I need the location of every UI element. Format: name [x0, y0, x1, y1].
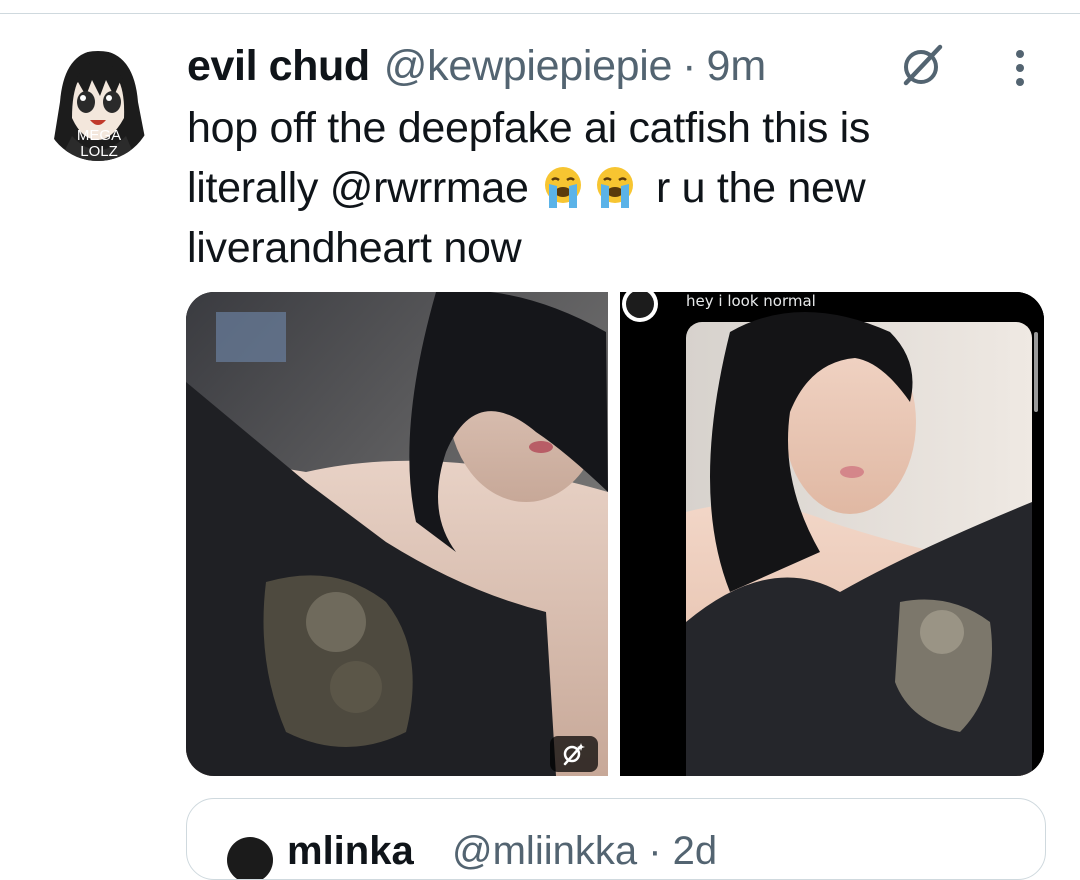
tweet-text-segment: r u the new	[655, 164, 866, 212]
author-handle[interactable]: @kewpiepiepie	[384, 38, 673, 94]
header-separator: ·	[682, 42, 697, 90]
photo-gap	[608, 292, 620, 776]
tweet-text-segment: literally @rwrrmae	[187, 164, 529, 212]
author-display-name[interactable]: evil chud	[187, 38, 370, 94]
tweet-text-line-1: hop off the deepfake ai catfish this is	[187, 104, 871, 152]
more-vertical-icon[interactable]	[1005, 48, 1035, 90]
tweet-header: evil chud @kewpiepiepie · 9m	[187, 38, 766, 94]
photo-right-caption: hey i look normal	[686, 292, 816, 310]
tweet-text-line-2: literally @rwrrmae r u the new	[187, 158, 987, 218]
grok-edit-icon	[563, 743, 585, 766]
quoted-author-avatar[interactable]	[227, 837, 273, 879]
tweet-text-line-3: liverandheart now	[187, 224, 522, 272]
grok-slash-circle-icon[interactable]	[897, 40, 947, 90]
tweet-text: hop off the deepfake ai catfish this is …	[187, 98, 987, 278]
grok-edit-button[interactable]	[550, 736, 598, 772]
svg-text:MEGA: MEGA	[77, 127, 121, 144]
loudly-crying-face-icon	[545, 167, 582, 208]
top-divider	[0, 13, 1080, 14]
photo-left[interactable]	[186, 292, 608, 776]
author-avatar[interactable]: MEGA LOLZ	[42, 44, 154, 164]
loudly-crying-face-icon	[597, 167, 634, 208]
tweet-timestamp[interactable]: 9m	[707, 38, 767, 94]
photo-right-image	[620, 292, 1044, 776]
media-grid: hey i look normal	[186, 292, 1044, 776]
quoted-tweet-card[interactable]: mlinka @mliinkka · 2d	[186, 798, 1046, 880]
svg-text:LOLZ: LOLZ	[80, 143, 118, 160]
photo-right[interactable]: hey i look normal	[620, 292, 1044, 776]
photo-left-image	[186, 292, 608, 776]
